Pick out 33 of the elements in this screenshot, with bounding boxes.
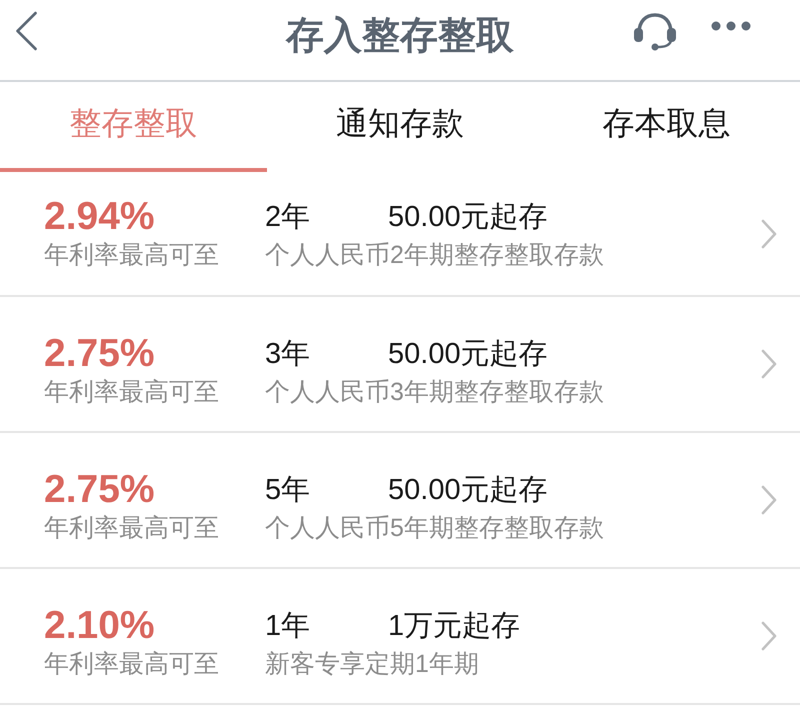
product-description: 个人人民币5年期整存整取存款	[265, 513, 604, 544]
minimum-amount: 50.00元起存	[388, 200, 548, 234]
chevron-right-icon	[760, 218, 778, 248]
deposit-product-row[interactable]: 2.10% 年利率最高可至 1年 1万元起存 新客专享定期1年期	[0, 569, 800, 705]
rate-label: 年利率最高可至	[44, 513, 219, 544]
product-description: 新客专享定期1年期	[265, 649, 479, 680]
product-description: 个人人民币2年期整存整取存款	[265, 240, 604, 270]
back-icon[interactable]	[13, 11, 39, 51]
page-title: 存入整存整取	[286, 14, 514, 59]
interest-rate: 2.75%	[44, 333, 155, 375]
deposit-term: 5年	[265, 473, 312, 508]
product-description: 个人人民币3年期整存整取存款	[265, 377, 604, 408]
deposit-term: 3年	[265, 337, 312, 372]
headset-icon[interactable]	[632, 11, 678, 51]
rate-label: 年利率最高可至	[44, 377, 219, 408]
deposit-product-row[interactable]: 2.75% 年利率最高可至 3年 50.00元起存 个人人民币3年期整存整取存款	[0, 297, 800, 433]
deposit-term: 2年	[265, 200, 312, 234]
minimum-amount: 1万元起存	[388, 609, 520, 644]
deposit-term: 1年	[265, 609, 312, 644]
tab[interactable]: 通知存款	[266, 82, 534, 172]
tab[interactable]: 存本取息	[533, 82, 800, 172]
chevron-right-icon	[760, 485, 778, 515]
minimum-amount: 50.00元起存	[388, 473, 548, 508]
deposit-product-row[interactable]: 2.75% 年利率最高可至 5年 50.00元起存 个人人民币5年期整存整取存款	[0, 433, 800, 569]
interest-rate: 2.94%	[44, 196, 155, 238]
chevron-right-icon	[760, 349, 778, 379]
interest-rate: 2.10%	[44, 605, 155, 647]
deposit-product-row[interactable]: 2.94% 年利率最高可至 2年 50.00元起存 个人人民币2年期整存整取存款	[0, 172, 800, 297]
minimum-amount: 50.00元起存	[388, 337, 548, 372]
rate-label: 年利率最高可至	[44, 649, 219, 680]
interest-rate: 2.75%	[44, 469, 155, 511]
rate-label: 年利率最高可至	[44, 240, 219, 270]
chevron-right-icon	[760, 621, 778, 651]
